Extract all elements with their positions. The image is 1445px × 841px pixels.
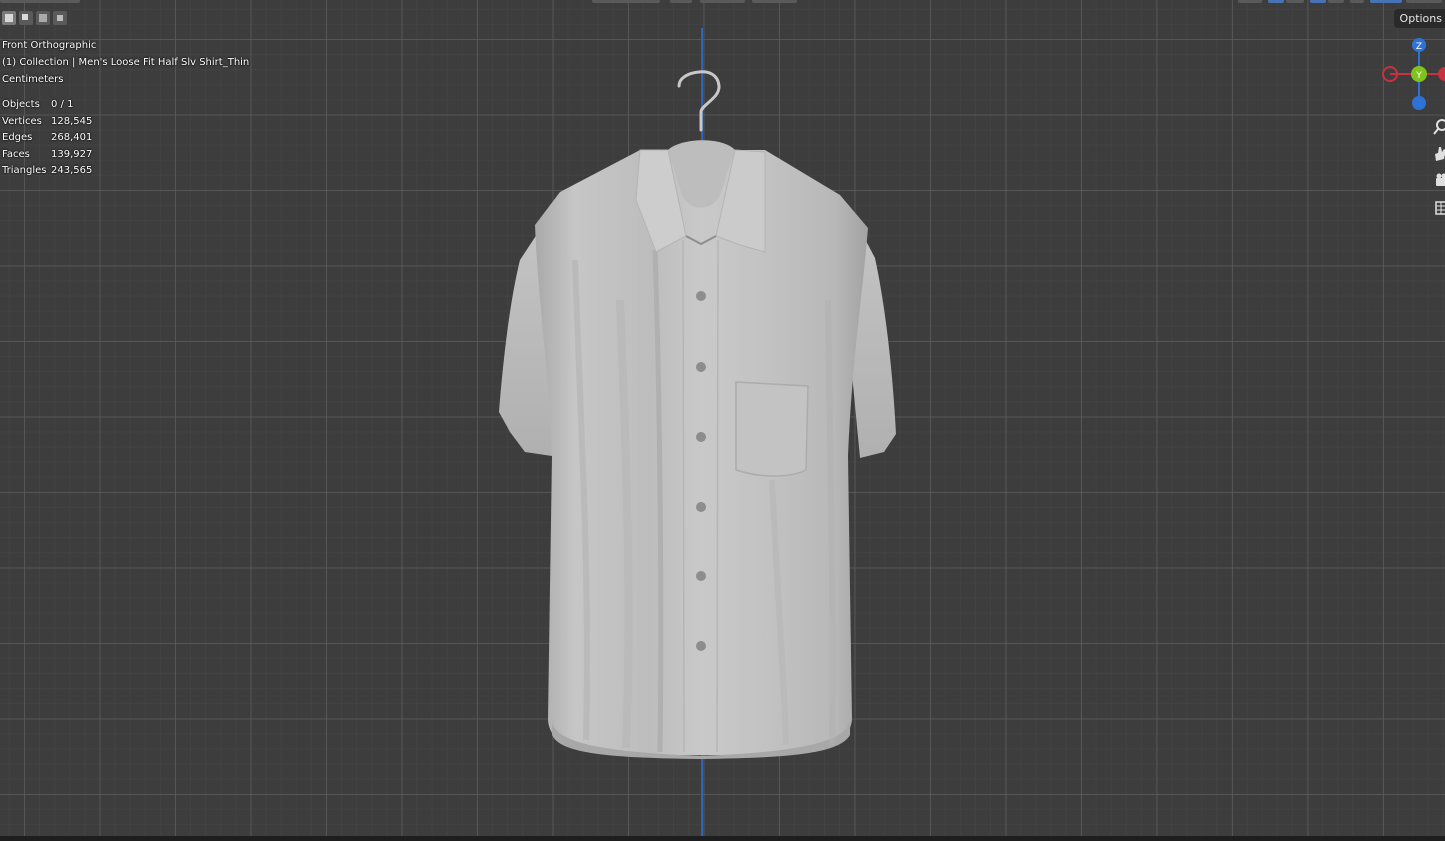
z-axis-negative-icon[interactable] [1412,96,1426,110]
shirt-body [499,140,896,759]
status-bar [0,836,1445,841]
navigation-tools [1432,116,1445,224]
hanger [677,70,721,132]
camera-view-icon[interactable] [1432,170,1445,192]
y-axis-label: Y [1415,71,1422,81]
3d-viewport[interactable]: Options Front Orthographic (1) Collectio… [0,0,1445,841]
z-axis-label: Z [1416,42,1422,52]
zoom-icon[interactable] [1432,116,1445,138]
ortho-grid-icon[interactable] [1432,197,1445,219]
x-axis-positive-icon[interactable] [1438,67,1445,81]
shirt-model[interactable] [0,0,1445,841]
navigation-gizmo[interactable]: Z Y [1378,34,1445,114]
pan-hand-icon[interactable] [1432,143,1445,165]
